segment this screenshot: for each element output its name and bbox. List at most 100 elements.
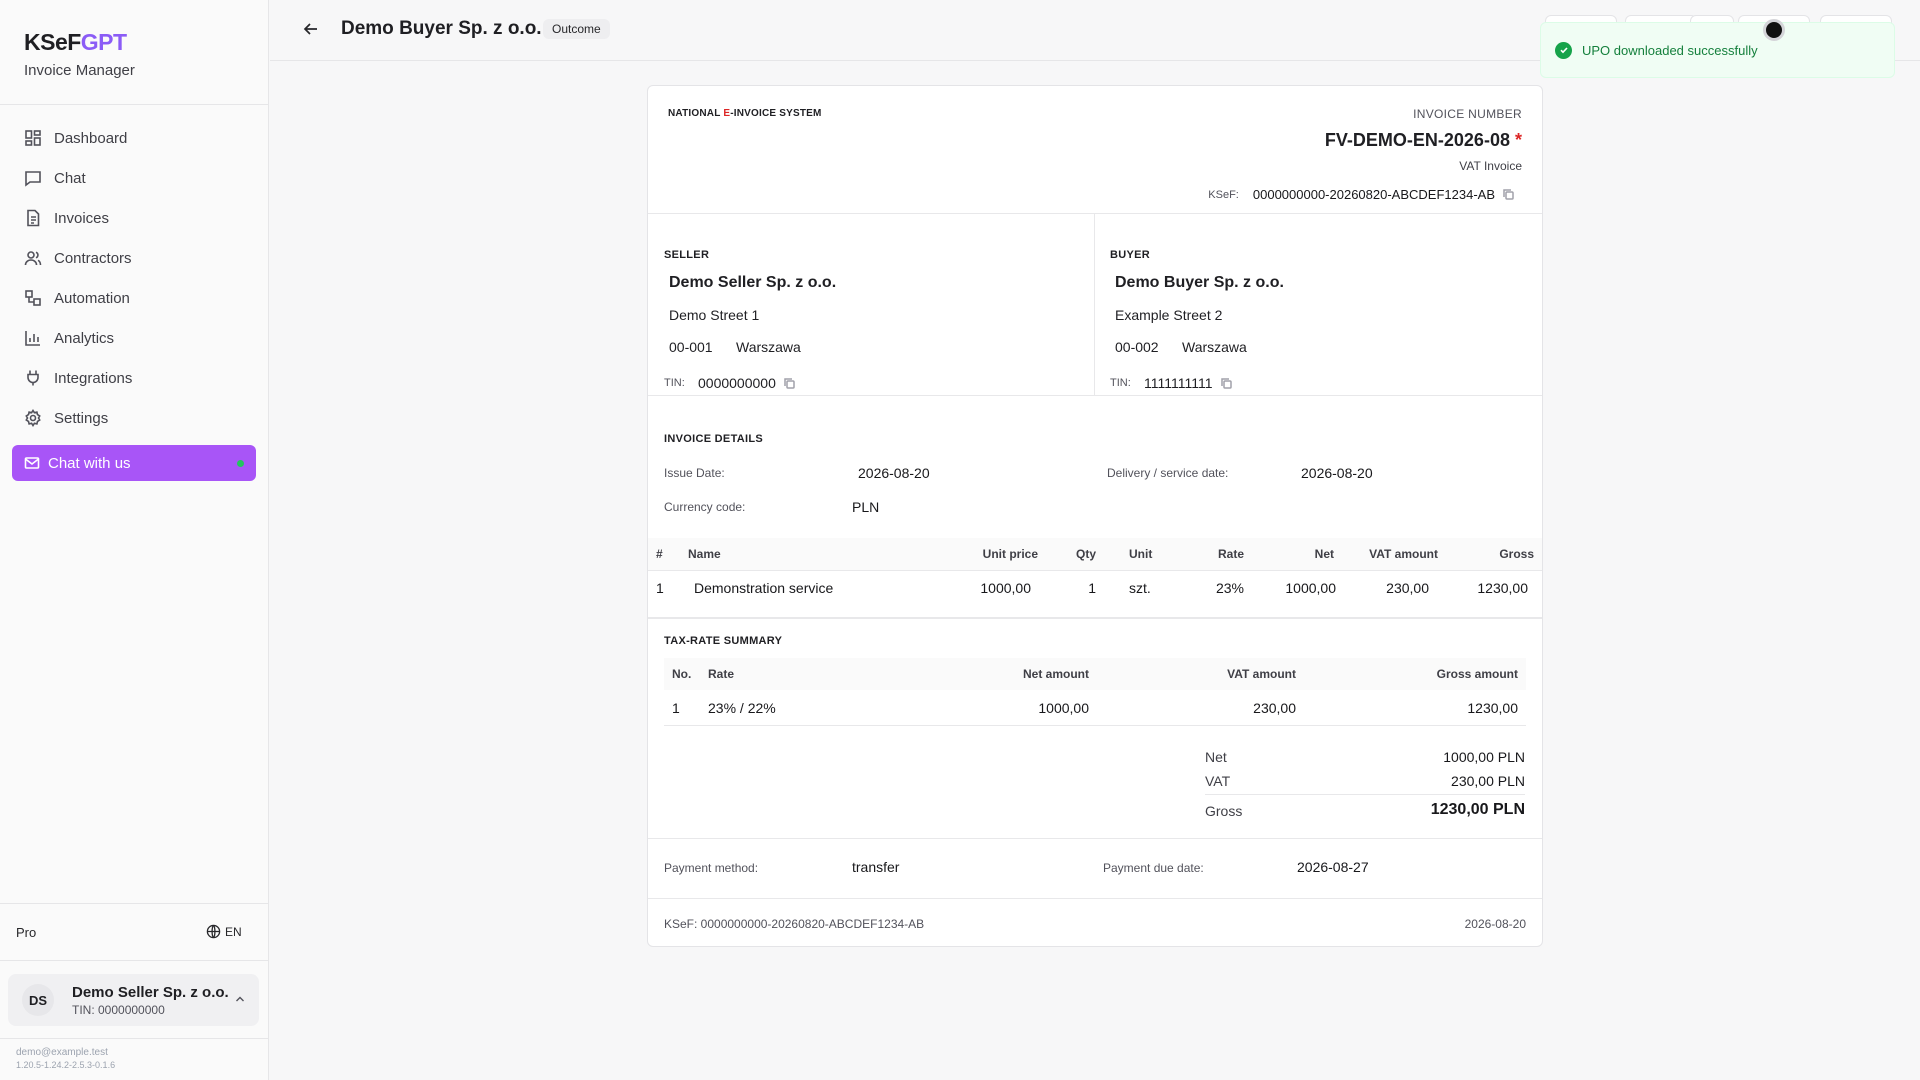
user-menu[interactable]: DS Demo Seller Sp. z o.o. TIN: 000000000… [8,974,259,1026]
payment-due-date: 2026-08-27 [1297,859,1369,875]
column-header: Name [688,547,721,561]
sidebar-item-label: Settings [54,409,109,427]
currency-label: Currency code: [664,500,746,514]
invoice-details-title: INVOICE DETAILS [664,433,764,445]
column-header: Net [1314,547,1334,561]
sidebar: KSeFGPT Invoice Manager Dashboard Chat I… [0,0,269,1080]
issue-date: 2026-08-20 [858,465,930,481]
sidebar-nav: Dashboard Chat Invoices Contractors Auto… [12,118,257,438]
sidebar-item-dashboard[interactable]: Dashboard [12,118,257,158]
divider [648,395,1542,396]
system-header-text: -INVOICE SYSTEM [730,108,822,119]
seller-zip: 00-001 [669,339,713,355]
check-circle-icon [1555,41,1572,59]
sidebar-item-settings[interactable]: Settings [12,398,257,438]
seller-label: SELLER [664,249,710,261]
invoice-number-label: INVOICE NUMBER [1413,107,1522,121]
analytics-icon [25,331,40,346]
totals: Net 1000,00 PLN VAT 230,00 PLN Gross 123… [1205,745,1525,827]
user-name: Demo Seller Sp. z o.o. [72,984,229,1001]
cell-unit-price: 1000,00 [980,580,1031,596]
invoice-number-value: FV-DEMO-EN-2026-08 [1324,130,1510,150]
column-header: Qty [1075,547,1096,561]
total-gross-row: Gross 1230,00 PLN [1205,795,1525,827]
copy-icon[interactable] [1503,189,1514,200]
mail-icon [24,457,40,469]
language-switcher[interactable]: EN [206,924,242,939]
total-vat-row: VAT 230,00 PLN [1205,769,1525,795]
plan-label: Pro [16,925,37,940]
chat-icon [25,171,41,187]
column-header: Rate [708,667,735,681]
page-title: Demo Buyer Sp. z o.o. [341,18,542,39]
system-header-text: NATIONAL [668,108,724,119]
column-header: Gross amount [1436,667,1518,681]
cell-qty: 1 [1088,580,1096,596]
invoice-number: FV-DEMO-EN-2026-08 * [1325,130,1522,151]
status-badge: Outcome [543,19,610,39]
app-subtitle: Invoice Manager [24,62,135,79]
avatar: DS [22,984,54,1016]
sidebar-item-label: Chat [54,169,86,187]
back-arrow-icon[interactable] [303,21,319,37]
currency-code: PLN [852,499,880,515]
buyer-street: Example Street 2 [1115,307,1223,323]
online-indicator [237,460,244,467]
copy-icon[interactable] [1220,377,1232,389]
seller-street: Demo Street 1 [669,307,760,323]
cell-vat: 230,00 [1386,580,1429,596]
invoice-icon [27,209,40,227]
cell-net: 1000,00 [1285,580,1336,596]
sidebar-item-label: Analytics [54,329,115,347]
invoice-type: VAT Invoice [1459,159,1522,173]
buyer-city: Warszawa [1182,339,1247,355]
seller-tin-value: 0000000000 [698,375,776,391]
divider [648,617,1542,619]
cell-no: 1 [672,700,680,716]
total-gross: 1230,00 PLN [1430,801,1525,818]
app-version: 1.20.5-1.24.2-2.5.3-0.1.6 [16,1060,116,1070]
user-tin: TIN: 0000000000 [72,1003,165,1017]
users-icon [24,251,42,266]
gear-icon [25,409,41,427]
sidebar-item-contractors[interactable]: Contractors [12,238,257,278]
column-header: Unit price [982,547,1038,561]
success-toast[interactable]: UPO downloaded successfully [1540,22,1895,78]
buyer-tin: 1111111111 [1144,375,1232,391]
buyer-tin-value: 1111111111 [1144,375,1213,391]
app-logo[interactable]: KSeFGPT [24,29,127,56]
sidebar-item-label: Integrations [54,369,133,387]
sidebar-item-invoices[interactable]: Invoices [12,198,257,238]
sidebar-item-analytics[interactable]: Analytics [12,318,257,358]
chat-with-us-label: Chat with us [48,454,131,472]
divider [648,838,1542,839]
divider [0,1038,269,1039]
column-header: VAT amount [1227,667,1296,681]
divider [648,213,1542,214]
dashboard-icon [25,130,41,146]
tax-summary-title: TAX-RATE SUMMARY [664,635,783,647]
seller-name: Demo Seller Sp. z o.o. [669,274,837,291]
buyer-zip: 00-002 [1115,339,1159,355]
user-email: demo@example.test [16,1047,108,1058]
cell-rate: 23% [1215,580,1244,596]
sidebar-item-chat[interactable]: Chat [12,158,257,198]
column-header: VAT amount [1369,547,1438,561]
buyer-name: Demo Buyer Sp. z o.o. [1115,274,1284,291]
items-table-header: # Name Unit price Qty Unit Rate Net VAT … [648,538,1542,570]
logo-accent-text: GPT [80,29,127,55]
globe-icon [206,924,221,939]
sidebar-item-automation[interactable]: Automation [12,278,257,318]
table-row: 1 23% / 22% 1000,00 230,00 1230,00 [664,690,1526,726]
sidebar-item-integrations[interactable]: Integrations [12,358,257,398]
delivery-date: 2026-08-20 [1301,465,1373,481]
cell-gross: 1230,00 [1467,700,1518,716]
cell-unit: szt. [1129,580,1151,596]
sidebar-item-label: Invoices [54,209,110,227]
chat-with-us-button[interactable]: Chat with us [12,445,256,481]
buyer-label: BUYER [1110,249,1151,261]
copy-icon[interactable] [784,377,795,389]
total-vat: 230,00 PLN [1451,773,1525,789]
cell-gross: 1230,00 [1477,580,1528,596]
total-net-label: Net [1205,749,1227,765]
